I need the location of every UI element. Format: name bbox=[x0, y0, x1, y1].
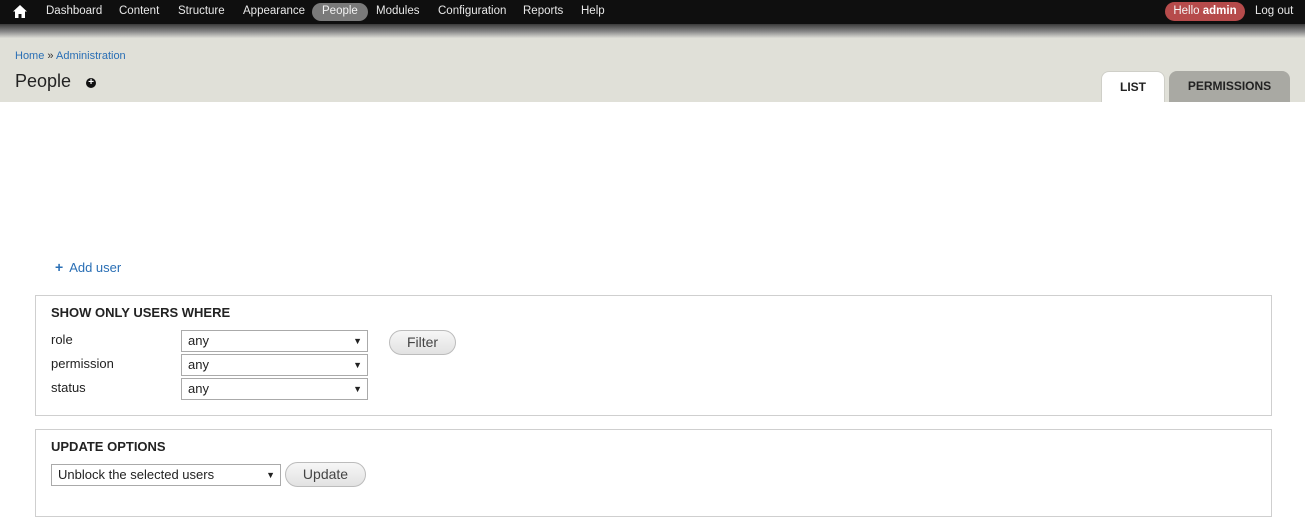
dropdown-arrow-icon: ▼ bbox=[353, 384, 362, 394]
status-select-value: any bbox=[188, 381, 209, 396]
filter-legend: SHOW ONLY USERS WHERE bbox=[51, 305, 231, 320]
hello-user-badge[interactable]: Hello admin bbox=[1165, 2, 1245, 21]
nav-configuration[interactable]: Configuration bbox=[428, 3, 516, 21]
tab-list[interactable]: LIST bbox=[1101, 71, 1165, 102]
status-select[interactable]: any ▼ bbox=[181, 378, 368, 400]
plus-icon: + bbox=[55, 259, 64, 275]
nav-structure[interactable]: Structure bbox=[168, 3, 235, 21]
hello-prefix: Hello bbox=[1173, 5, 1200, 17]
filter-button[interactable]: Filter bbox=[389, 330, 456, 355]
update-button[interactable]: Update bbox=[285, 462, 366, 487]
breadcrumb-home[interactable]: Home bbox=[15, 50, 44, 62]
update-operation-select[interactable]: Unblock the selected users ▼ bbox=[51, 464, 281, 486]
home-icon[interactable] bbox=[13, 5, 27, 18]
page-title: People bbox=[15, 71, 72, 91]
nav-appearance[interactable]: Appearance bbox=[233, 3, 315, 21]
update-options-fieldset: UPDATE OPTIONS Unblock the selected user… bbox=[35, 429, 1272, 517]
update-operation-value: Unblock the selected users bbox=[58, 467, 215, 482]
nav-reports[interactable]: Reports bbox=[513, 3, 573, 21]
role-select[interactable]: any ▼ bbox=[181, 330, 368, 352]
nav-people[interactable]: People bbox=[312, 3, 368, 21]
nav-dashboard[interactable]: Dashboard bbox=[36, 3, 112, 21]
add-user-label: Add user bbox=[69, 260, 122, 275]
dropdown-arrow-icon: ▼ bbox=[266, 470, 275, 480]
nav-help[interactable]: Help bbox=[571, 3, 615, 21]
nav-content[interactable]: Content bbox=[109, 3, 169, 21]
breadcrumb-separator: » bbox=[47, 50, 54, 62]
admin-toolbar: Dashboard Content Structure Appearance P… bbox=[0, 0, 1305, 24]
dropdown-arrow-icon: ▼ bbox=[353, 336, 362, 346]
dropdown-arrow-icon: ▼ bbox=[353, 360, 362, 370]
breadcrumb: Home » Administration bbox=[15, 50, 126, 62]
status-label: status bbox=[51, 380, 86, 395]
username: admin bbox=[1202, 5, 1237, 17]
permission-select-value: any bbox=[188, 357, 209, 372]
page-header: Home » Administration People + LIST PERM… bbox=[0, 38, 1305, 102]
update-legend: UPDATE OPTIONS bbox=[51, 439, 166, 454]
toolbar-shadow bbox=[0, 24, 1305, 38]
filter-fieldset: SHOW ONLY USERS WHERE role any ▼ permiss… bbox=[35, 295, 1272, 416]
role-select-value: any bbox=[188, 333, 209, 348]
tab-permissions[interactable]: PERMISSIONS bbox=[1169, 71, 1290, 102]
logout-link[interactable]: Log out bbox=[1245, 3, 1303, 19]
breadcrumb-administration[interactable]: Administration bbox=[56, 50, 126, 62]
add-shortcut-icon[interactable]: + bbox=[86, 78, 96, 88]
permission-label: permission bbox=[51, 356, 114, 371]
nav-modules[interactable]: Modules bbox=[366, 3, 429, 21]
role-label: role bbox=[51, 332, 73, 347]
add-user-link[interactable]: + Add user bbox=[55, 259, 121, 275]
permission-select[interactable]: any ▼ bbox=[181, 354, 368, 376]
